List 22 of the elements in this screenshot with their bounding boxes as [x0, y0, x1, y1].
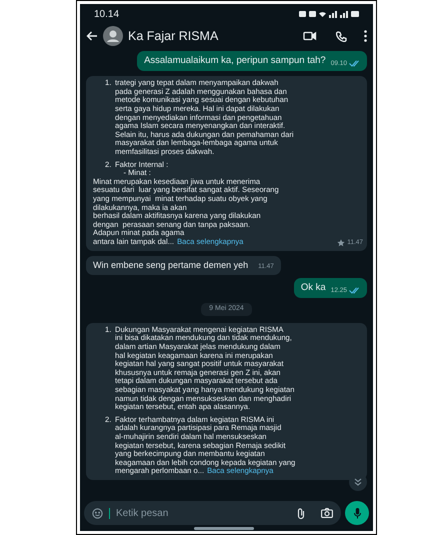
back-arrow-icon[interactable] [86, 31, 98, 41]
message-text: Win embene seng pertame demen yeh [93, 258, 248, 272]
voice-message-button[interactable] [345, 501, 369, 525]
message-text: Assalamualaikum ka, peripun sampun tah? [144, 54, 326, 68]
message-text: Ok ka [300, 281, 326, 296]
status-time: 10.14 [94, 8, 120, 22]
message-input[interactable]: Ketik pesan [84, 501, 341, 525]
avatar-icon[interactable] [103, 26, 123, 46]
message-placeholder: Ketik pesan [116, 506, 170, 520]
contact-name[interactable]: Ka Fajar RISMA [128, 26, 298, 46]
phone-call-icon[interactable] [336, 30, 347, 42]
signal-icon [340, 10, 348, 18]
camera-icon[interactable] [321, 508, 333, 518]
wifi-icon [319, 11, 326, 17]
microphone-icon [354, 508, 360, 518]
double-chevron-down-icon [354, 478, 362, 486]
battery-icon [351, 11, 359, 17]
more-options-icon[interactable] [364, 30, 367, 42]
emoji-icon[interactable] [92, 508, 103, 518]
video-call-icon[interactable] [303, 31, 317, 41]
attach-icon[interactable] [297, 508, 305, 518]
signal-icon [329, 10, 337, 18]
